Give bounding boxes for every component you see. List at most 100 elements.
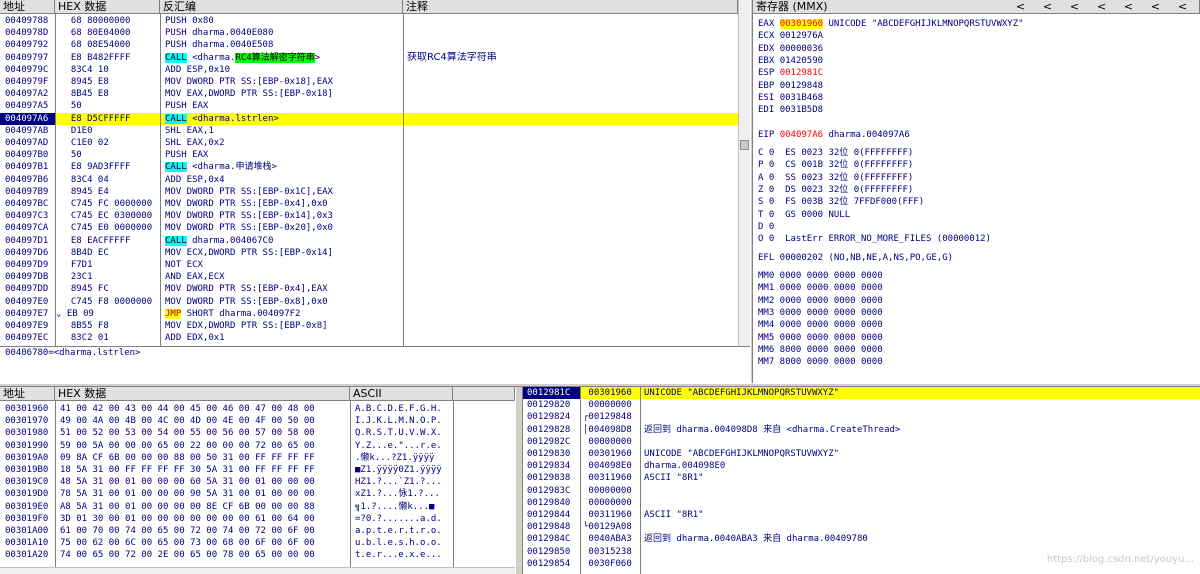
vertical-splitter-bottom[interactable] <box>515 387 523 574</box>
dump-ascii[interactable]: xZ1.?...怺1.?... <box>350 488 453 500</box>
dump-ascii[interactable]: u.b.l.e.s.h.o.o. <box>350 537 453 549</box>
dump-ascii[interactable]: Q.R.S.T.U.V.W.X. <box>350 427 453 439</box>
stack-address[interactable]: 0012983C <box>523 485 580 497</box>
flag-row[interactable]: D 0 <box>758 221 774 233</box>
mmx-register-row[interactable]: MM2 0000 0000 0000 0000 <box>758 295 883 307</box>
dump-address[interactable]: 003019C0 <box>0 476 55 488</box>
disasm-scrollbar[interactable] <box>738 0 750 346</box>
dump-pane[interactable]: 地址 HEX 数据 ASCII 00301960 41 00 42 00 43 0… <box>0 387 515 574</box>
stack-value[interactable]: 004098E0 <box>580 460 640 472</box>
disasm-row[interactable]: 004097C3 C745 EC 0300000 MOV DWORD PTR SS… <box>0 210 738 222</box>
flag-row[interactable]: S 0 FS 003B 32位 7FFDF000(FFF) <box>758 196 924 208</box>
dump-ascii[interactable]: .懒k...?Z1.ÿÿÿÿ <box>350 452 453 464</box>
stack-address[interactable]: 0012981C <box>523 387 580 400</box>
stack-address[interactable]: 00129830 <box>523 448 580 460</box>
dump-ascii[interactable]: t.e.r...e.x.e... <box>350 549 453 561</box>
mmx-register-row[interactable]: MM6 8000 0000 0000 0000 <box>758 344 883 356</box>
dump-ascii[interactable]: ■Z1.ÿÿÿÿ0Z1.ÿÿÿÿ <box>350 464 453 476</box>
disasm-address[interactable]: 0040979C <box>0 64 55 76</box>
register-row[interactable]: EDI 0031B5D8 <box>758 104 823 116</box>
stack-address[interactable]: 00129834 <box>523 460 580 472</box>
disasm-row[interactable]: 004097A5 50 PUSH EAX <box>0 100 738 112</box>
stack-address[interactable]: 00129838 <box>523 472 580 484</box>
disasm-header-comment[interactable]: 注释 <box>403 0 738 14</box>
disasm-row[interactable]: 004097B0 50 PUSH EAX <box>0 149 738 161</box>
dump-hex[interactable]: 41 00 42 00 43 00 44 00 45 00 46 00 47 0… <box>55 403 350 415</box>
stack-address[interactable]: 00129820 <box>523 399 580 411</box>
dump-address[interactable]: 003019E0 <box>0 501 55 513</box>
stack-row[interactable]: 0012983C 00000000 <box>523 485 1200 497</box>
disasm-row[interactable]: 004097D1 E8 EACFFFFF CALL dharma.004067C0 <box>0 235 738 247</box>
disasm-address[interactable]: 004097CA <box>0 222 55 234</box>
disasm-address[interactable]: 004097DB <box>0 271 55 283</box>
register-row[interactable]: EAX 00301960 UNICODE "ABCDEFGHIJKLMNOPQR… <box>758 18 1024 30</box>
stack-row[interactable]: 0012984C 0040ABA3 返回到 dharma.0040ABA3 来自 … <box>523 533 1200 545</box>
register-value[interactable]: 0031B5D8 <box>780 105 823 115</box>
disasm-row[interactable]: 004097DB 23C1 AND EAX,ECX <box>0 271 738 283</box>
register-nav-arrow[interactable]: < <box>1034 0 1061 14</box>
dump-address[interactable]: 003019D0 <box>0 488 55 500</box>
register-row[interactable]: ESP 0012981C <box>758 67 823 79</box>
disasm-row[interactable]: 004097B6 83C4 04 ADD ESP,0x4 <box>0 174 738 186</box>
disasm-address[interactable]: 00409788 <box>0 15 55 27</box>
stack-value[interactable]: 00000000 <box>580 485 640 497</box>
disasm-row[interactable]: 004097CA C745 E0 0000000 MOV DWORD PTR SS… <box>0 222 738 234</box>
stack-address[interactable]: 00129828 <box>523 424 580 436</box>
disasm-row[interactable]: 004097AB D1E0 SHL EAX,1 <box>0 125 738 137</box>
disasm-address[interactable]: 004097D6 <box>0 247 55 259</box>
disasm-address[interactable]: 004097B9 <box>0 186 55 198</box>
register-nav-arrow[interactable]: < <box>1115 0 1142 14</box>
flag-row[interactable]: C 0 ES 0023 32位 0(FFFFFFFF) <box>758 147 913 159</box>
stack-row[interactable]: 0012982C 00000000 <box>523 436 1200 448</box>
register-value[interactable]: 0012981C <box>780 68 823 78</box>
stack-value[interactable]: 00000000 <box>580 399 640 411</box>
dump-row[interactable]: 00301A20 74 00 65 00 72 00 2E 00 65 00 78… <box>0 549 515 561</box>
dump-row[interactable]: 003019B0 18 5A 31 00 FF FF FF FF 30 5A 31… <box>0 464 515 476</box>
stack-value[interactable]: 0040ABA3 <box>580 533 640 545</box>
mmx-register-row[interactable]: MM1 0000 0000 0000 0000 <box>758 282 883 294</box>
disasm-address[interactable]: 004097BC <box>0 198 55 210</box>
dump-ascii[interactable]: =?0.?.......a.d. <box>350 513 453 525</box>
stack-value[interactable]: ┌00129848 <box>580 411 640 423</box>
stack-row[interactable]: 00129820 00000000 <box>523 399 1200 411</box>
register-value[interactable]: 0012976A <box>780 31 823 41</box>
disasm-address[interactable]: 0040978D <box>0 27 55 39</box>
dump-row[interactable]: 00301A00 61 00 70 00 74 00 65 00 72 00 74… <box>0 525 515 537</box>
disasm-address[interactable]: 004097D9 <box>0 259 55 271</box>
disasm-row[interactable]: 004097D9 F7D1 NOT ECX <box>0 259 738 271</box>
disasm-address[interactable]: 004097E0 <box>0 296 55 308</box>
stack-address[interactable]: 0012982C <box>523 436 580 448</box>
dump-hex[interactable]: 18 5A 31 00 FF FF FF FF 30 5A 31 00 FF F… <box>55 464 350 476</box>
register-row[interactable]: ECX 0012976A <box>758 30 823 42</box>
dump-ascii[interactable]: I.J.K.L.M.N.O.P. <box>350 415 453 427</box>
disasm-row[interactable]: 0040978D 68 80E04000 PUSH dharma.0040E080 <box>0 27 738 39</box>
dump-hex[interactable]: 75 00 62 00 6C 00 65 00 73 00 68 00 6F 0… <box>55 537 350 549</box>
dump-address[interactable]: 003019B0 <box>0 464 55 476</box>
register-nav-arrow[interactable]: < <box>1142 0 1169 14</box>
disasm-row[interactable]: 00409797 E8 B482FFFF CALL <dharma.RC4算法解密… <box>0 52 738 64</box>
dump-row[interactable]: 00301970 49 00 4A 00 4B 00 4C 00 4D 00 4E… <box>0 415 515 427</box>
dump-row[interactable]: 00301980 51 00 52 00 53 00 54 00 55 00 56… <box>0 427 515 439</box>
disasm-row[interactable]: 004097E9 8B55 F8 MOV EDX,DWORD PTR SS:[EB… <box>0 320 738 332</box>
disasm-row[interactable]: 0040979C 83C4 10 ADD ESP,0x10 <box>0 64 738 76</box>
disasm-row[interactable]: 004097DD 8945 FC MOV DWORD PTR SS:[EBP-0x… <box>0 283 738 295</box>
register-nav-arrow[interactable]: < <box>1061 0 1088 14</box>
dump-ascii[interactable]: A.B.C.D.E.F.G.H. <box>350 403 453 415</box>
register-nav-arrow[interactable]: < <box>1007 0 1034 14</box>
stack-value[interactable]: 00301960 <box>580 448 640 460</box>
disasm-row[interactable]: 004097E7 ⌄ EB 09 JMP SHORT dharma.004097F2 <box>0 308 738 320</box>
disasm-address[interactable]: 004097A2 <box>0 88 55 100</box>
disasm-address[interactable]: 0040979F <box>0 76 55 88</box>
disasm-address[interactable]: 004097D1 <box>0 235 55 247</box>
stack-row[interactable]: 00129840 00000000 <box>523 497 1200 509</box>
stack-row[interactable]: 00129838 00311960 ASCII "8R1" <box>523 472 1200 484</box>
dump-hex[interactable]: 09 8A CF 6B 00 00 00 88 00 50 31 00 FF F… <box>55 452 350 464</box>
dump-address[interactable]: 00301970 <box>0 415 55 427</box>
disasm-address[interactable]: 004097B0 <box>0 149 55 161</box>
disasm-row[interactable]: 004097A2 8B45 E8 MOV EAX,DWORD PTR SS:[EB… <box>0 88 738 100</box>
disasm-row[interactable]: 004097EC 83C2 01 ADD EDX,0x1 <box>0 332 738 344</box>
stack-row[interactable]: 0012981C 00301960 UNICODE "ABCDEFGHIJKLMN… <box>523 387 1200 400</box>
flag-row[interactable]: P 0 CS 001B 32位 0(FFFFFFFF) <box>758 159 913 171</box>
stack-row[interactable]: 00129828 │004098D8 返回到 dharma.004098D8 来自 … <box>523 424 1200 436</box>
stack-address[interactable]: 00129850 <box>523 546 580 558</box>
